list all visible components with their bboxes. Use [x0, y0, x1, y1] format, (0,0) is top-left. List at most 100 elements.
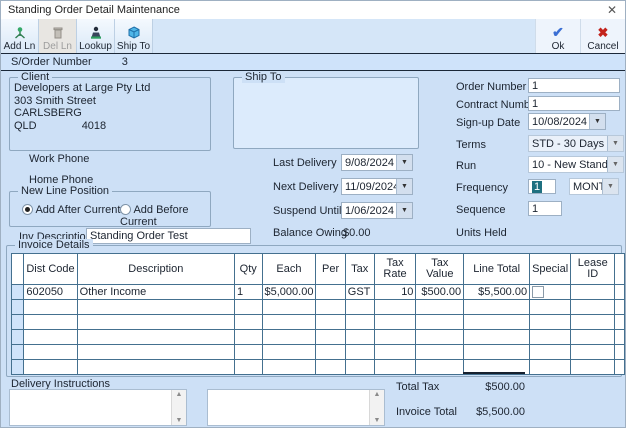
- chevron-down-icon[interactable]: ▼: [396, 155, 412, 170]
- scroll-up-icon[interactable]: ▲: [176, 391, 183, 398]
- empty-cell[interactable]: [234, 360, 262, 375]
- window-close-icon[interactable]: ✕: [607, 4, 617, 16]
- empty-cell[interactable]: [571, 345, 615, 360]
- terms-dropdown[interactable]: STD - 30 Days Stat ▼: [528, 135, 624, 152]
- cell-description[interactable]: Other Income: [77, 285, 234, 300]
- cell-tax-rate[interactable]: 10: [374, 285, 416, 300]
- empty-cell[interactable]: [24, 360, 77, 375]
- empty-cell[interactable]: [374, 315, 416, 330]
- empty-cell[interactable]: [12, 360, 24, 375]
- scroll-up-icon[interactable]: ▲: [374, 391, 381, 398]
- row-selector-cell[interactable]: [12, 285, 24, 300]
- empty-cell[interactable]: [345, 315, 374, 330]
- empty-grid-row[interactable]: [12, 360, 625, 375]
- chevron-down-icon[interactable]: ▼: [607, 157, 623, 172]
- empty-grid-row[interactable]: [12, 300, 625, 315]
- empty-cell[interactable]: [530, 360, 571, 375]
- empty-cell[interactable]: [345, 345, 374, 360]
- empty-cell[interactable]: [464, 330, 530, 345]
- invoice-lines-grid[interactable]: Dist Code Description Qty Each Per Tax T…: [11, 253, 625, 375]
- empty-cell[interactable]: [464, 300, 530, 315]
- empty-cell[interactable]: [12, 315, 24, 330]
- scroll-down-icon[interactable]: ▼: [374, 417, 381, 424]
- empty-cell[interactable]: [374, 300, 416, 315]
- chevron-down-icon[interactable]: ▼: [589, 114, 605, 129]
- empty-cell[interactable]: [615, 330, 625, 345]
- cell-lease-id[interactable]: [571, 285, 615, 300]
- scrollbar[interactable]: ▲ ▼: [171, 390, 186, 425]
- run-dropdown[interactable]: 10 - New Standing ▼: [528, 156, 624, 173]
- scrollbar[interactable]: ▲ ▼: [369, 390, 384, 425]
- cancel-button[interactable]: ✖ Cancel: [580, 19, 625, 53]
- cell-tax[interactable]: GST: [345, 285, 374, 300]
- empty-grid-row[interactable]: [12, 345, 625, 360]
- empty-cell[interactable]: [571, 360, 615, 375]
- empty-cell[interactable]: [374, 330, 416, 345]
- scroll-down-icon[interactable]: ▼: [176, 417, 183, 424]
- delivery-instructions-textarea-1[interactable]: ▲ ▼: [9, 389, 187, 426]
- cell-each[interactable]: $5,000.00: [262, 285, 316, 300]
- empty-cell[interactable]: [530, 345, 571, 360]
- empty-cell[interactable]: [24, 300, 77, 315]
- empty-cell[interactable]: [615, 315, 625, 330]
- empty-cell[interactable]: [234, 330, 262, 345]
- order-number-input[interactable]: 1: [528, 78, 620, 93]
- empty-cell[interactable]: [316, 360, 345, 375]
- empty-cell[interactable]: [234, 300, 262, 315]
- empty-cell[interactable]: [615, 360, 625, 375]
- empty-cell[interactable]: [345, 360, 374, 375]
- delivery-instructions-textarea-2[interactable]: ▲ ▼: [207, 389, 385, 426]
- empty-cell[interactable]: [316, 330, 345, 345]
- empty-cell[interactable]: [316, 300, 345, 315]
- empty-cell[interactable]: [77, 315, 234, 330]
- empty-cell[interactable]: [24, 330, 77, 345]
- ok-button[interactable]: ✔ Ok: [535, 19, 580, 53]
- empty-cell[interactable]: [262, 300, 316, 315]
- lookup-button[interactable]: Lookup: [77, 19, 115, 53]
- empty-cell[interactable]: [374, 360, 416, 375]
- chevron-down-icon[interactable]: ▼: [396, 179, 412, 194]
- empty-cell[interactable]: [571, 300, 615, 315]
- empty-cell[interactable]: [24, 345, 77, 360]
- empty-cell[interactable]: [24, 315, 77, 330]
- ship-to-button[interactable]: Ship To: [115, 19, 153, 53]
- empty-cell[interactable]: [416, 330, 464, 345]
- empty-cell[interactable]: [234, 345, 262, 360]
- empty-cell[interactable]: [345, 330, 374, 345]
- radio-add-before-current[interactable]: Add Before Current: [120, 204, 210, 228]
- invoice-line-row[interactable]: 602050 Other Income 1 $5,000.00 GST 10 $…: [12, 285, 625, 300]
- empty-cell[interactable]: [345, 300, 374, 315]
- empty-cell[interactable]: [571, 315, 615, 330]
- signup-date-datepicker[interactable]: 10/08/2024 ▼: [528, 113, 606, 130]
- special-checkbox[interactable]: [532, 286, 544, 298]
- contract-number-input[interactable]: 1: [528, 96, 620, 111]
- radio-add-after-current[interactable]: Add After Current: [22, 204, 120, 216]
- empty-cell[interactable]: [262, 330, 316, 345]
- add-line-button[interactable]: Add Ln: [1, 19, 39, 53]
- empty-cell[interactable]: [316, 315, 345, 330]
- empty-cell[interactable]: [12, 330, 24, 345]
- empty-cell[interactable]: [530, 300, 571, 315]
- empty-cell[interactable]: [262, 345, 316, 360]
- cell-tax-value[interactable]: $500.00: [416, 285, 464, 300]
- empty-cell[interactable]: [262, 315, 316, 330]
- suspend-until-datepicker[interactable]: 1/06/2024 ▼: [341, 202, 413, 219]
- empty-cell[interactable]: [571, 330, 615, 345]
- empty-cell[interactable]: [316, 345, 345, 360]
- empty-cell[interactable]: [374, 345, 416, 360]
- empty-cell[interactable]: [464, 345, 530, 360]
- empty-cell[interactable]: [615, 345, 625, 360]
- sequence-input[interactable]: 1: [528, 201, 562, 216]
- frequency-input[interactable]: 1: [528, 179, 556, 194]
- empty-cell[interactable]: [77, 345, 234, 360]
- empty-cell[interactable]: [77, 300, 234, 315]
- empty-cell[interactable]: [530, 330, 571, 345]
- empty-cell[interactable]: [416, 345, 464, 360]
- next-delivery-datepicker[interactable]: 11/09/2024 ▼: [341, 178, 413, 195]
- cell-line-total[interactable]: $5,500.00: [464, 285, 530, 300]
- empty-cell[interactable]: [77, 360, 234, 375]
- empty-cell[interactable]: [234, 315, 262, 330]
- empty-cell[interactable]: [12, 345, 24, 360]
- empty-cell[interactable]: [416, 315, 464, 330]
- chevron-down-icon[interactable]: ▼: [396, 203, 412, 218]
